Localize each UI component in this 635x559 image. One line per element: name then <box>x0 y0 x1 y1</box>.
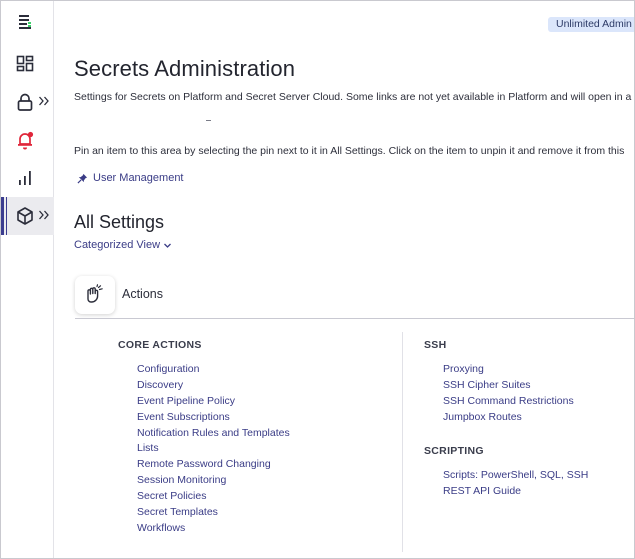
link-proxying[interactable]: Proxying <box>443 362 574 378</box>
sidebar-item-secrets[interactable] <box>1 83 54 121</box>
link-discovery[interactable]: Discovery <box>137 378 290 394</box>
link-secret-policies[interactable]: Secret Policies <box>137 489 290 505</box>
link-notification-rules-templates[interactable]: Notification Rules and Templates <box>137 426 290 442</box>
license-badge: Unlimited Admin M <box>548 17 634 32</box>
core-actions-links: Configuration Discovery Event Pipeline P… <box>137 362 290 537</box>
link-configuration[interactable]: Configuration <box>137 362 290 378</box>
page-description: Settings for Secrets on Platform and Sec… <box>74 91 632 103</box>
app-window: Unlimited Admin M Secrets Administration… <box>0 0 635 559</box>
core-actions-heading: CORE ACTIONS <box>118 339 202 351</box>
link-ssh-cipher-suites[interactable]: SSH Cipher Suites <box>443 378 574 394</box>
page-title: Secrets Administration <box>74 56 296 81</box>
sidebar-item-notifications[interactable] <box>1 121 54 159</box>
actions-category-label: Actions <box>122 287 163 301</box>
sidebar-item-reports[interactable] <box>1 159 54 197</box>
link-secret-templates[interactable]: Secret Templates <box>137 505 290 521</box>
sidebar-item-dashboard[interactable] <box>1 45 54 83</box>
view-selector[interactable]: Categorized View <box>74 239 172 251</box>
pinned-hint: Pin an item to this area by selecting th… <box>74 145 625 157</box>
ssh-links: Proxying SSH Cipher Suites SSH Command R… <box>443 362 574 426</box>
all-settings-title: All Settings <box>74 212 165 232</box>
pin-icon <box>77 173 88 184</box>
link-ssh-command-restrictions[interactable]: SSH Command Restrictions <box>443 394 574 410</box>
divider-mark <box>206 120 211 121</box>
link-scripts[interactable]: Scripts: PowerShell, SQL, SSH <box>443 468 588 484</box>
dashboard-grid-icon <box>16 55 34 72</box>
link-event-pipeline-policy[interactable]: Event Pipeline Policy <box>137 394 290 410</box>
pinned-item-label: User Management <box>93 172 184 184</box>
link-remote-password-changing[interactable]: Remote Password Changing <box>137 457 290 473</box>
link-workflows[interactable]: Workflows <box>137 521 290 537</box>
sidebar-item-administration[interactable] <box>1 197 54 235</box>
sidebar-item-home[interactable] <box>1 4 54 42</box>
lock-icon <box>17 93 33 111</box>
scripting-heading: SCRIPTING <box>424 445 484 457</box>
expand-chevron-icon[interactable] <box>38 94 50 108</box>
actions-category-icon-card <box>75 276 115 314</box>
hand-pointer-icon <box>87 284 103 303</box>
expand-chevron-icon[interactable] <box>38 208 50 222</box>
column-divider <box>402 332 403 552</box>
link-rest-api-guide[interactable]: REST API Guide <box>443 484 588 500</box>
link-jumpbox-routes[interactable]: Jumpbox Routes <box>443 410 574 426</box>
link-event-subscriptions[interactable]: Event Subscriptions <box>137 410 290 426</box>
bar-chart-icon <box>19 171 31 185</box>
link-lists[interactable]: Lists <box>137 441 290 457</box>
pinned-item-user-management[interactable]: User Management <box>77 172 184 184</box>
cube-icon <box>17 207 33 225</box>
secret-server-logo-icon <box>19 15 31 29</box>
ssh-heading: SSH <box>424 339 447 351</box>
chevron-down-icon <box>164 243 171 248</box>
sidebar-nav <box>1 1 54 558</box>
actions-divider <box>75 318 634 319</box>
view-selector-label: Categorized View <box>74 239 161 251</box>
bell-alert-icon <box>18 131 34 150</box>
link-session-monitoring[interactable]: Session Monitoring <box>137 473 290 489</box>
scripting-links: Scripts: PowerShell, SQL, SSH REST API G… <box>443 468 588 500</box>
